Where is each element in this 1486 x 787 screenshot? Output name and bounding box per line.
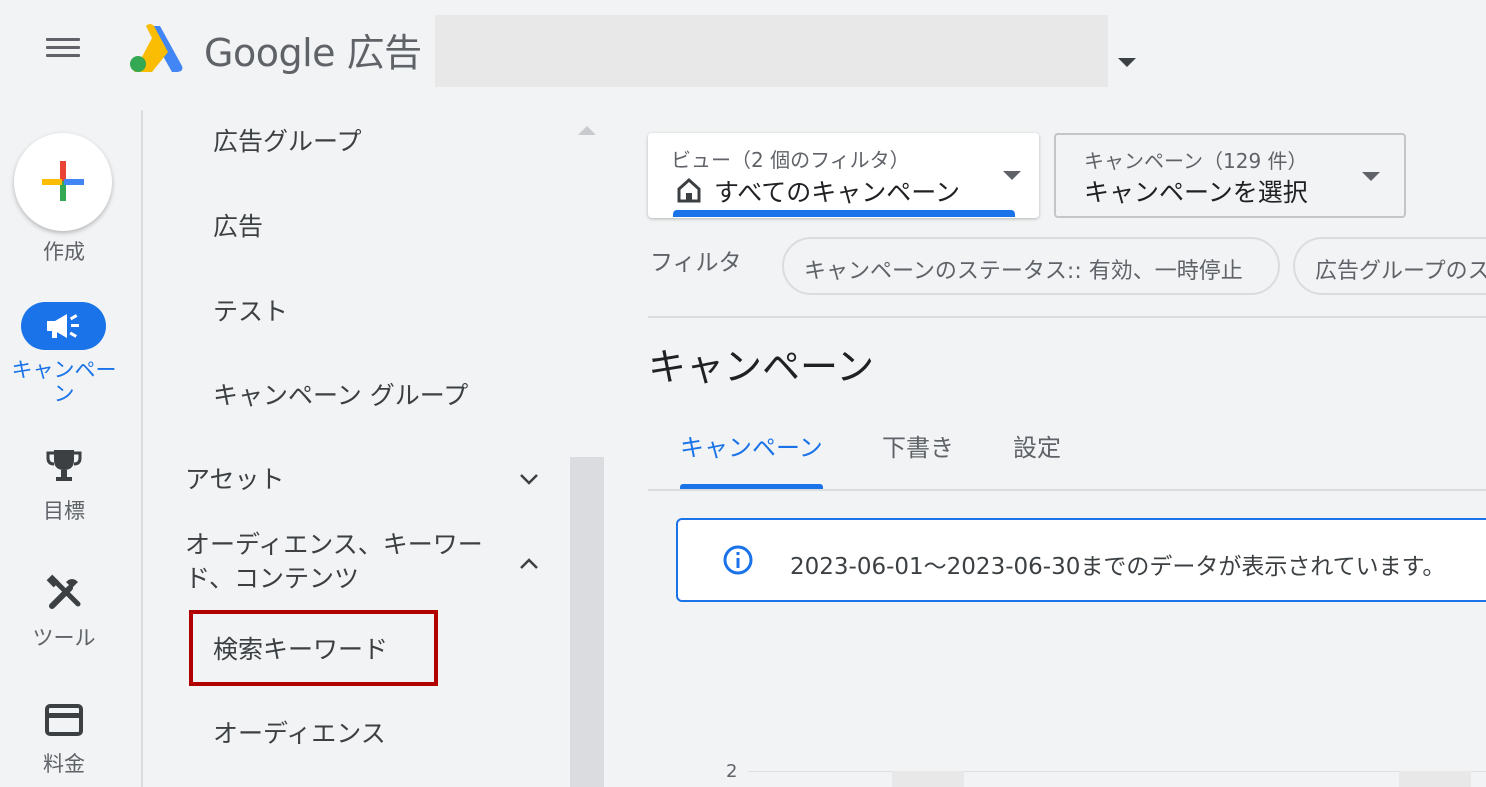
view-dropdown-icon <box>1003 171 1021 180</box>
info-banner: 2023-06-01～2023-06-30までのデータが表示されています。 <box>676 518 1486 602</box>
account-selector[interactable] <box>435 15 1108 87</box>
campaigns-label-text: キャンペー ン <box>11 358 117 406</box>
page-title: キャンペーン <box>648 345 875 389</box>
nav-item-campaign-groups[interactable]: キャンペーン グループ <box>213 376 468 412</box>
scroll-up-arrow-icon[interactable] <box>578 126 596 135</box>
campaign-selector-caption: キャンペーン（129 件） <box>1084 149 1308 173</box>
campaign-selector[interactable]: キャンペーン（129 件） キャンペーンを選択 <box>1054 133 1406 218</box>
tools-icon[interactable] <box>44 574 84 614</box>
tools-label: ツール <box>32 626 96 650</box>
credit-card-icon[interactable] <box>44 700 84 740</box>
home-icon <box>677 177 701 203</box>
view-selector[interactable]: ビュー（2 個のフィルタ） すべてのキャンペーン <box>648 133 1039 218</box>
chevron-down-icon[interactable] <box>517 467 541 491</box>
tab-drafts[interactable]: 下書き <box>882 428 954 463</box>
main-content: ビュー（2 個のフィルタ） すべてのキャンペーン キャンペーン（129 件） キ… <box>604 110 1486 787</box>
filter-label: フィルタ <box>650 250 742 276</box>
nav-item-ad-groups[interactable]: 広告グループ <box>213 122 362 158</box>
nav-item-experiments[interactable]: テスト <box>213 292 288 328</box>
menu-icon[interactable] <box>44 34 82 62</box>
info-icon <box>723 545 753 575</box>
view-selector-value: すべてのキャンペーン <box>714 178 961 207</box>
navigation-panel: 広告グループ 広告 テスト キャンペーン グループ アセット オーディエンス、キ… <box>143 110 604 787</box>
nav-section-line-2: ド、コンテンツ <box>185 564 360 593</box>
tab-settings[interactable]: 設定 <box>1013 428 1061 463</box>
left-rail: 作成 キャンペー ン 目標 ツール 料金 <box>0 110 142 787</box>
megaphone-icon <box>47 314 79 338</box>
chart-bar <box>1399 771 1471 787</box>
nav-section-assets[interactable]: アセット <box>185 460 285 496</box>
google-ads-logo <box>130 24 183 72</box>
campaigns-label: キャンペー ン <box>0 358 128 406</box>
billing-label: 料金 <box>43 752 85 776</box>
filter-chip-ad-group-status[interactable]: 広告グループのステータス <box>1293 237 1486 295</box>
view-selector-underline <box>673 210 1015 217</box>
campaign-selector-value: キャンペーンを選択 <box>1084 178 1308 207</box>
product-name: Google 広告 <box>204 31 422 75</box>
create-label: 作成 <box>43 240 85 264</box>
goals-label: 目標 <box>43 499 85 523</box>
account-dropdown-icon[interactable] <box>1118 58 1136 67</box>
nav-scrollbar[interactable] <box>570 457 604 787</box>
chevron-up-icon[interactable] <box>517 552 541 576</box>
nav-campaigns-button[interactable] <box>21 302 106 350</box>
filter-divider <box>648 316 1486 318</box>
tab-campaigns[interactable]: キャンペーン <box>680 428 823 463</box>
nav-section-audience-keywords[interactable]: オーディエンス、キーワー ド、コンテンツ <box>185 528 483 596</box>
nav-item-audiences[interactable]: オーディエンス <box>213 714 386 750</box>
nav-item-search-keywords[interactable]: 検索キーワード <box>213 630 388 666</box>
top-app-bar: Google 広告 <box>0 0 1486 110</box>
plus-icon <box>42 161 84 201</box>
trophy-icon[interactable] <box>44 446 84 486</box>
chart-bar <box>892 771 964 787</box>
tabs-divider <box>648 489 1486 491</box>
campaign-dropdown-icon <box>1362 172 1380 181</box>
view-selector-caption: ビュー（2 個のフィルタ） <box>671 148 910 172</box>
create-button[interactable] <box>14 133 112 231</box>
nav-item-ads[interactable]: 広告 <box>213 207 263 243</box>
date-range-notice: 2023-06-01～2023-06-30までのデータが表示されています。 <box>790 554 1446 580</box>
nav-section-line-1: オーディエンス、キーワー <box>185 530 483 559</box>
filter-chip-campaign-status[interactable]: キャンペーンのステータス:: 有効、一時停止 <box>782 237 1280 295</box>
chart-gridline <box>748 771 1486 772</box>
chart-y-tick: 2 <box>726 761 738 782</box>
